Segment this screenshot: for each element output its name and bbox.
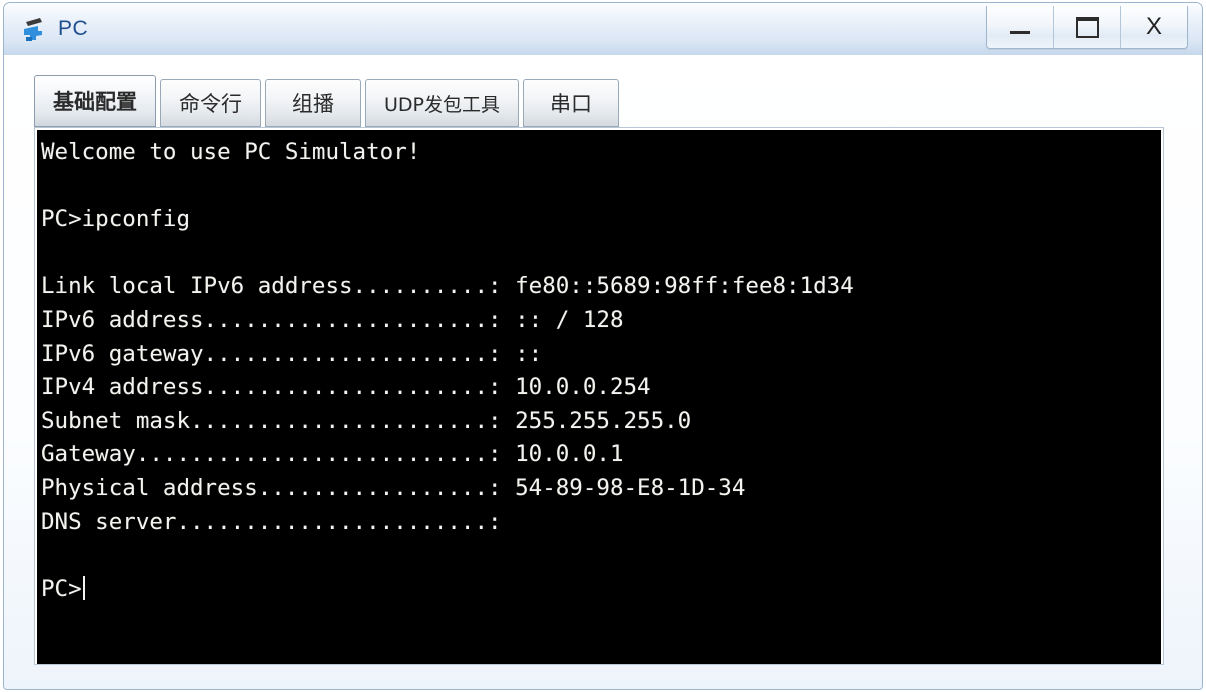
tab-label: 基础配置 bbox=[53, 90, 137, 114]
terminal-console[interactable]: Welcome to use PC Simulator! PC>ipconfig… bbox=[37, 130, 1161, 664]
close-icon: X bbox=[1145, 13, 1162, 40]
maximize-icon bbox=[1075, 16, 1099, 38]
terminal-cursor bbox=[82, 575, 85, 600]
terminal-output: Welcome to use PC Simulator! PC>ipconfig… bbox=[41, 139, 854, 602]
tab-bar: 基础配置 命令行 组播 UDP发包工具 串口 bbox=[34, 75, 619, 127]
minimize-button[interactable] bbox=[987, 6, 1054, 48]
window-body: 基础配置 命令行 组播 UDP发包工具 串口 Welcome to use PC… bbox=[4, 55, 1202, 689]
pc-simulator-window: PC X 基础配置 命令行 组播 UDP发包工具 串口 Welcome to u… bbox=[3, 2, 1203, 690]
minimize-icon bbox=[1010, 30, 1030, 34]
title-bar-left: PC bbox=[20, 11, 88, 47]
close-button[interactable]: X bbox=[1121, 6, 1187, 48]
tab-serial-port[interactable]: 串口 bbox=[523, 79, 619, 127]
window-controls: X bbox=[986, 6, 1188, 49]
tab-udp-tool[interactable]: UDP发包工具 bbox=[365, 79, 519, 127]
maximize-button[interactable] bbox=[1054, 6, 1121, 48]
tab-label: 组播 bbox=[292, 92, 334, 116]
terminal-frame: Welcome to use PC Simulator! PC>ipconfig… bbox=[34, 127, 1164, 665]
tab-label: 命令行 bbox=[179, 92, 242, 116]
pc-simulator-icon bbox=[20, 14, 50, 44]
tab-basic-config[interactable]: 基础配置 bbox=[34, 75, 156, 127]
tab-label: 串口 bbox=[550, 92, 592, 116]
title-bar: PC X bbox=[4, 3, 1202, 56]
tab-multicast[interactable]: 组播 bbox=[265, 79, 361, 127]
tab-label: UDP发包工具 bbox=[384, 93, 500, 116]
window-title: PC bbox=[58, 17, 89, 40]
tab-command-line[interactable]: 命令行 bbox=[160, 79, 261, 127]
